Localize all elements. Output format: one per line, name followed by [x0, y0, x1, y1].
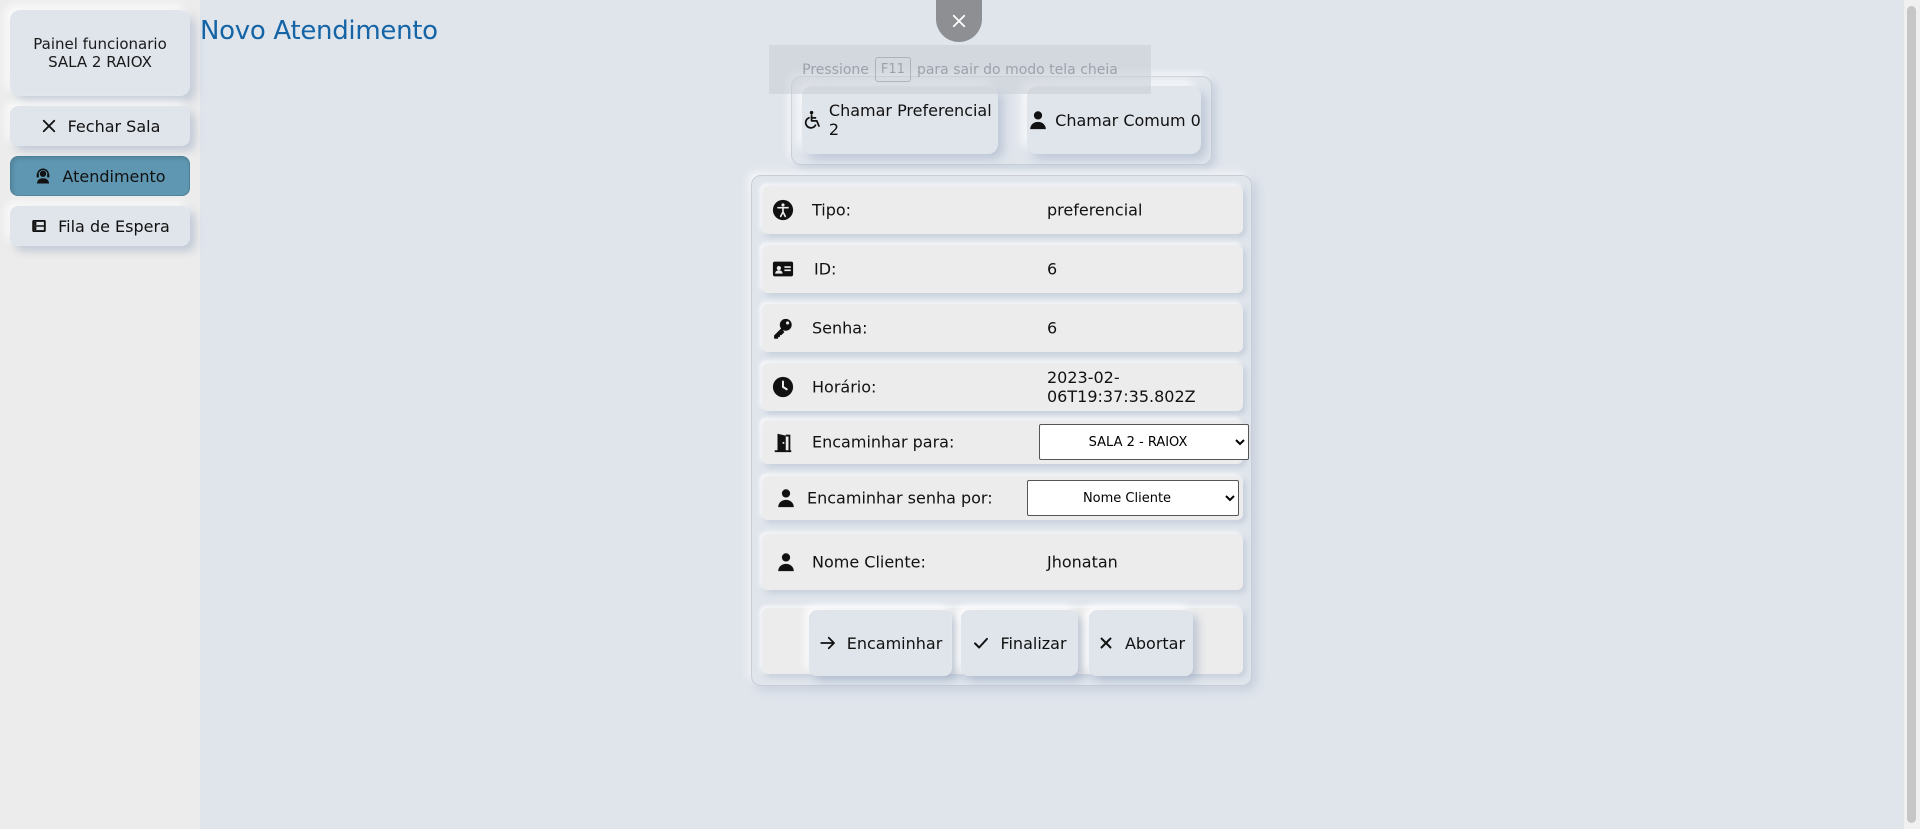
person-icon	[1030, 111, 1046, 130]
chamar-comum-label: Chamar Comum 0	[1055, 110, 1201, 130]
fullscreen-hint-key: F11	[874, 57, 911, 82]
sidebar-item-label: Atendimento	[62, 166, 166, 186]
tipo-row: Tipo: preferencial	[762, 186, 1243, 234]
wheelchair-icon	[804, 110, 820, 129]
horario-value: 2023-02-06T19:37:35.802Z	[1047, 368, 1196, 406]
senha-row: Senha: 6	[762, 304, 1243, 352]
id-value: 6	[1047, 259, 1058, 279]
id-row: ID: 6	[762, 245, 1243, 293]
fullscreen-hint: Pressione F11 para sair do modo tela che…	[769, 45, 1151, 94]
person-icon	[778, 489, 794, 508]
scrollbar-thumb[interactable]	[1907, 6, 1916, 823]
sidebar-item-atendimento[interactable]: Atendimento	[10, 156, 190, 196]
chamar-comum-button[interactable]: Chamar Comum 0	[1027, 86, 1201, 154]
tipo-value: preferencial	[1047, 200, 1143, 220]
encaminhar-para-label: Encaminhar para:	[812, 432, 955, 452]
id-card-icon	[772, 261, 794, 277]
queue-list-icon	[32, 220, 46, 232]
horario-row: Horário: 2023-02-06T19:37:35.802Z	[762, 363, 1243, 411]
close-icon	[952, 14, 966, 28]
sidebar-item-label: Fila de Espera	[58, 216, 170, 236]
headset-user-icon	[37, 168, 50, 184]
vertical-scrollbar[interactable]	[1903, 0, 1920, 829]
key-icon	[774, 318, 792, 339]
senha-value: 6	[1047, 318, 1058, 338]
chamar-preferencial-label: Chamar Preferencial 2	[828, 101, 992, 139]
horario-label: Horário:	[812, 377, 877, 397]
fullscreen-hint-after: para sair do modo tela cheia	[916, 61, 1118, 78]
sidebar-item-fila-de-espera[interactable]: Fila de Espera	[10, 206, 190, 246]
close-icon	[42, 119, 55, 133]
close-icon	[1100, 637, 1112, 649]
sidebar-title-card: Painel funcionario SALA 2 RAIOX	[10, 10, 190, 96]
encaminhar-button[interactable]: Encaminhar	[809, 610, 952, 676]
sidebar-item-label: Fechar Sala	[67, 116, 161, 136]
encaminhar-senha-row: Encaminhar senha por: Nome Cliente	[762, 476, 1243, 520]
exit-fullscreen-button[interactable]	[936, 0, 982, 42]
person-icon	[778, 553, 794, 572]
sidebar: Painel funcionario SALA 2 RAIOX Fechar S…	[0, 0, 200, 829]
abortar-button[interactable]: Abortar	[1089, 610, 1193, 676]
encaminhar-senha-select[interactable]: Nome Cliente	[1027, 480, 1239, 516]
accessibility-icon	[772, 199, 794, 221]
sidebar-item-fechar-sala[interactable]: Fechar Sala	[10, 106, 190, 146]
id-label: ID:	[814, 259, 837, 279]
nome-cliente-value: Jhonatan	[1047, 552, 1118, 572]
abortar-label: Abortar	[1124, 633, 1186, 653]
nome-cliente-row: Nome Cliente: Jhonatan	[762, 534, 1243, 590]
encaminhar-label: Encaminhar	[846, 633, 943, 653]
finalizar-button[interactable]: Finalizar	[961, 610, 1078, 676]
finalizar-label: Finalizar	[1000, 633, 1067, 653]
atendimento-card: Tipo: preferencial ID: 6 Senha: 6 Horári…	[751, 175, 1252, 686]
senha-label: Senha:	[812, 318, 868, 338]
nome-cliente-label: Nome Cliente:	[812, 552, 926, 572]
encaminhar-para-select[interactable]: SALA 2 - RAIOX	[1039, 424, 1249, 460]
arrow-right-icon	[820, 636, 835, 650]
encaminhar-senha-label: Encaminhar senha por:	[807, 488, 993, 508]
door-exit-icon	[774, 433, 792, 453]
chamar-preferencial-button[interactable]: Chamar Preferencial 2	[802, 86, 998, 154]
fullscreen-hint-before: Pressione	[802, 61, 869, 78]
check-icon	[974, 637, 989, 649]
encaminhar-para-row: Encaminhar para: SALA 2 - RAIOX	[762, 420, 1249, 464]
sidebar-title-line1: Painel funcionario	[33, 35, 167, 53]
clock-icon	[772, 376, 794, 398]
sidebar-title-line2: SALA 2 RAIOX	[48, 53, 152, 71]
page-title: Novo Atendimento	[200, 16, 438, 46]
actions-row: Encaminhar Finalizar Abortar	[762, 608, 1243, 676]
tipo-label: Tipo:	[812, 200, 852, 220]
